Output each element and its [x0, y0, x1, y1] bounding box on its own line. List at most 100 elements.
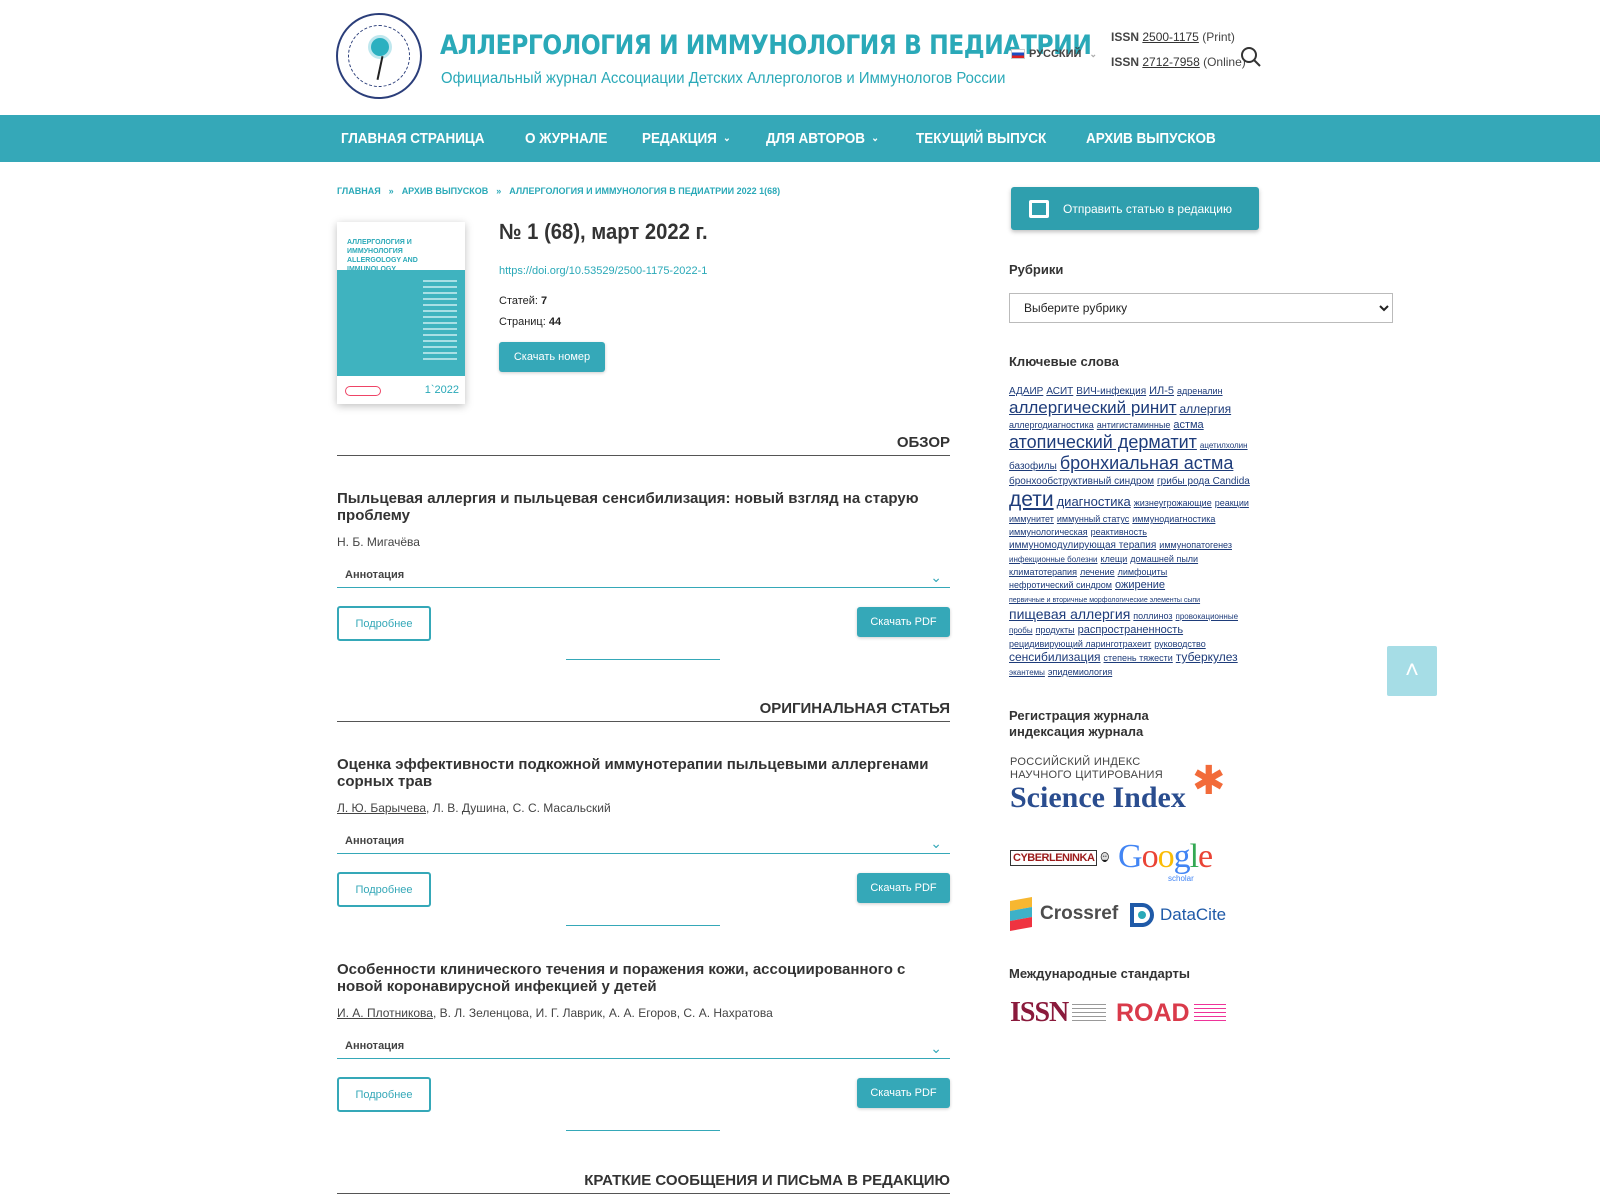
keyword-link[interactable]: АДАИР	[1009, 385, 1043, 398]
keyword-link[interactable]: аллергический ринит	[1009, 398, 1177, 418]
keyword-link[interactable]: грибы рода Candida	[1157, 475, 1250, 488]
nav-archive[interactable]: АРХИВ ВЫПУСКОВ	[1086, 130, 1216, 147]
issn-logo[interactable]: ISSN	[1010, 996, 1110, 1030]
author-link[interactable]: Л. Ю. Барычева	[337, 801, 426, 815]
keyword-link[interactable]: лечение	[1080, 566, 1115, 578]
keyword-link[interactable]: аллергия	[1180, 402, 1232, 417]
keyword-link[interactable]: ожирение	[1115, 578, 1165, 592]
keyword-link[interactable]: базофилы	[1009, 460, 1057, 473]
nav-about[interactable]: О ЖУРНАЛЕ	[525, 130, 607, 147]
section-heading-short-reports: КРАТКИЕ СООБЩЕНИЯ И ПИСЬМА В РЕДАКЦИЮ	[337, 1172, 950, 1194]
keyword-link[interactable]: рецидивирующий ларинготрахеит	[1009, 638, 1151, 650]
annotation-toggle[interactable]: Аннотация ⌄	[337, 563, 950, 588]
keyword-link[interactable]: реакции	[1215, 497, 1249, 509]
keyword-link[interactable]: лимфоциты	[1118, 566, 1168, 578]
breadcrumb-home[interactable]: ГЛАВНАЯ	[337, 186, 381, 196]
cover-year: 1`2022	[424, 384, 459, 396]
keyword-link[interactable]: бронхообструктивный синдром	[1009, 475, 1154, 488]
keyword-link[interactable]: АСИТ	[1046, 385, 1073, 398]
keyword-link[interactable]: ИЛ-5	[1149, 384, 1174, 398]
keyword-link[interactable]: дети	[1009, 488, 1054, 512]
russia-flag-icon	[1011, 49, 1025, 59]
download-pdf-button[interactable]: Скачать PDF	[857, 607, 950, 637]
keyword-link[interactable]: степень тяжести	[1104, 652, 1173, 664]
keyword-link[interactable]: диагностика	[1057, 494, 1131, 510]
search-icon[interactable]	[1240, 46, 1262, 68]
keyword-link[interactable]: адреналин	[1177, 385, 1223, 397]
scroll-to-top-button[interactable]: ˄	[1387, 646, 1437, 696]
download-pdf-button[interactable]: Скачать PDF	[857, 873, 950, 903]
keyword-link[interactable]: руководство	[1154, 638, 1206, 650]
keyword-link[interactable]: аллергодиагностика	[1009, 419, 1094, 431]
chevron-down-icon: ⌄	[930, 1040, 942, 1056]
keyword-link[interactable]: первичные и вторичные морфологические эл…	[1009, 596, 1200, 606]
keyword-link[interactable]: продукты	[1036, 624, 1075, 636]
keyword-link[interactable]: реактивность	[1091, 526, 1147, 538]
keyword-link[interactable]: пробы	[1009, 625, 1033, 636]
issn-print: ISSN 2500-1175 (Print)	[1111, 30, 1235, 44]
annotation-toggle[interactable]: Аннотация ⌄	[337, 829, 950, 854]
nav-for-authors[interactable]: ДЛЯ АВТОРОВ ⌄	[766, 130, 879, 147]
keyword-link[interactable]: атопический дерматит	[1009, 432, 1197, 453]
keyword-link[interactable]: пищевая аллергия	[1009, 606, 1130, 623]
site-title[interactable]: АЛЛЕРГОЛОГИЯ И ИММУНОЛОГИЯ В ПЕДИАТРИИ	[440, 30, 1092, 61]
keyword-link[interactable]: иммунодиагностика	[1132, 513, 1215, 525]
issn-print-link[interactable]: 2500-1175	[1142, 30, 1199, 44]
keyword-link[interactable]: поллиноз	[1133, 610, 1172, 622]
keyword-link[interactable]: экантемы	[1009, 667, 1045, 678]
keyword-link[interactable]: распространенность	[1078, 623, 1183, 637]
nav-home[interactable]: ГЛАВНАЯ СТРАНИЦА	[341, 130, 485, 147]
keyword-link[interactable]: иммуномодулирующая терапия	[1009, 539, 1156, 552]
language-selector[interactable]: РУССКИЙ ⌄	[1011, 48, 1097, 60]
keyword-link[interactable]: инфекционные болезни	[1009, 554, 1098, 565]
breadcrumb-archive[interactable]: АРХИВ ВЫПУСКОВ	[402, 186, 489, 196]
keyword-link[interactable]: домашней пыли	[1130, 553, 1198, 565]
download-pdf-button[interactable]: Скачать PDF	[857, 1078, 950, 1108]
keyword-link[interactable]: эпидемиология	[1048, 666, 1112, 678]
keyword-link[interactable]: бронхиальная астма	[1060, 453, 1234, 474]
keyword-link[interactable]: иммунитет	[1009, 513, 1054, 525]
keyword-link[interactable]: сенсибилизация	[1009, 650, 1101, 665]
keyword-link[interactable]: нефротический синдром	[1009, 579, 1112, 591]
more-button[interactable]: Подробнее	[337, 872, 431, 907]
author-link[interactable]: И. А. Плотникова	[337, 1006, 433, 1020]
science-index-logo[interactable]: РОССИЙСКИЙ ИНДЕКС НАУЧНОГО ЦИТИРОВАНИЯ S…	[1010, 756, 1230, 816]
article-title[interactable]: Особенности клинического течения и пораж…	[337, 961, 937, 995]
breadcrumb-current[interactable]: АЛЛЕРГОЛОГИЯ И ИММУНОЛОГИЯ В ПЕДИАТРИИ 2…	[509, 186, 780, 196]
article-title[interactable]: Оценка эффективности подкожной иммунотер…	[337, 756, 937, 790]
keyword-link[interactable]: иммунологическая	[1009, 526, 1088, 538]
keyword-link[interactable]: туберкулез	[1176, 650, 1238, 665]
keyword-link[interactable]: климатотерапия	[1009, 566, 1077, 578]
datacite-logo[interactable]: DataCite	[1128, 898, 1228, 932]
annotation-toggle[interactable]: Аннотация ⌄	[337, 1034, 950, 1059]
issue-cover[interactable]: АЛЛЕРГОЛОГИЯ И ИММУНОЛОГИЯ ALLERGOLOGY A…	[337, 222, 465, 404]
keyword-link[interactable]: ВИЧ-инфекция	[1076, 385, 1146, 398]
keyword-link[interactable]: иммунопатогенез	[1159, 539, 1232, 551]
issue-doi-link[interactable]: https://doi.org/10.53529/2500-1175-2022-…	[499, 265, 707, 277]
google-scholar-logo[interactable]: Google scholar	[1118, 838, 1228, 884]
keyword-link[interactable]: астма	[1173, 418, 1203, 432]
keyword-link[interactable]: клещи	[1101, 553, 1128, 565]
section-heading-review: ОБЗОР	[337, 434, 950, 456]
chevron-down-icon: ⌄	[930, 835, 942, 851]
nav-editorial[interactable]: РЕДАКЦИЯ ⌄	[642, 130, 731, 147]
crossref-logo[interactable]: Crossref	[1010, 897, 1120, 931]
association-logo[interactable]	[336, 13, 422, 99]
road-logo[interactable]: ROAD	[1116, 996, 1226, 1030]
nav-current-issue[interactable]: ТЕКУЩИЙ ВЫПУСК	[916, 130, 1046, 147]
issue-articles-count: Статей: 7	[499, 295, 548, 307]
more-button[interactable]: Подробнее	[337, 1077, 431, 1112]
keyword-link[interactable]: ацетилхолин	[1200, 440, 1248, 451]
rubric-select[interactable]: Выберите рубрику	[1009, 293, 1393, 323]
keyword-link[interactable]: антигистаминные	[1097, 419, 1171, 431]
keyword-link[interactable]: провокационные	[1176, 611, 1239, 622]
download-issue-button[interactable]: Скачать номер	[499, 342, 605, 372]
chevron-down-icon: ⌄	[930, 569, 942, 585]
keyword-link[interactable]: иммунный статус	[1057, 513, 1129, 525]
more-button[interactable]: Подробнее	[337, 606, 431, 641]
cyberleninka-logo[interactable]: CYBERLENINKA	[1010, 838, 1110, 878]
issn-online-link[interactable]: 2712-7958	[1142, 55, 1199, 69]
article-title[interactable]: Пыльцевая аллергия и пыльцевая сенсибили…	[337, 490, 937, 524]
keyword-link[interactable]: жизнеугрожающие	[1134, 497, 1212, 509]
submit-article-button[interactable]: Отправить статью в редакцию	[1011, 187, 1259, 230]
